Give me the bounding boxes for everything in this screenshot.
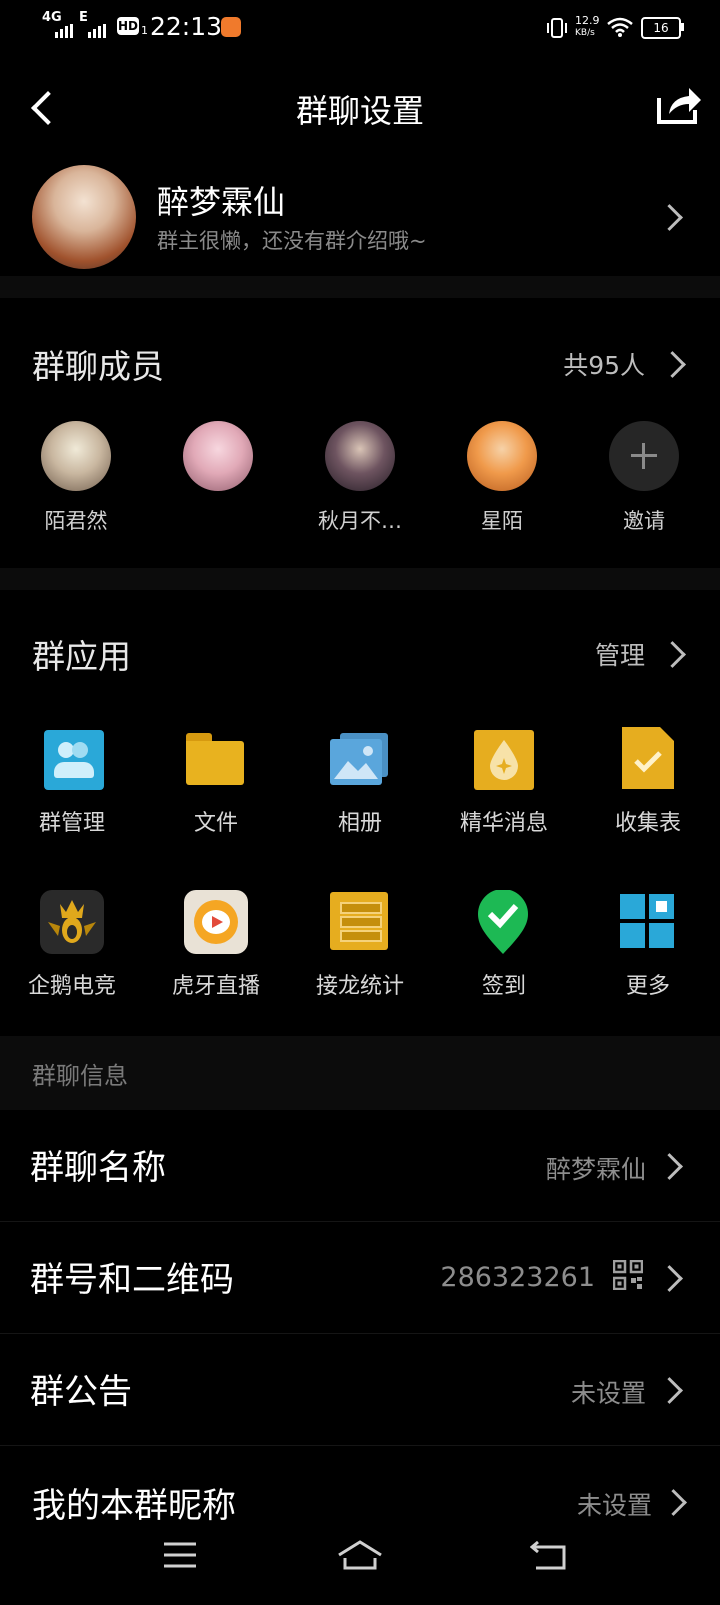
member-avatar[interactable] xyxy=(467,421,537,491)
row-title: 我的本群昵称 xyxy=(32,1486,236,1526)
invite-label: 邀请 xyxy=(623,509,665,533)
members-count: 共95人 xyxy=(563,351,645,380)
app-label: 相册 xyxy=(337,811,382,836)
app-label: 企鹅电竞 xyxy=(27,974,116,999)
app-solitaire[interactable]: 接龙统计 xyxy=(288,888,432,1003)
collect-form-icon xyxy=(622,727,674,789)
row-group-name[interactable]: 群聊名称 醉梦霖仙 xyxy=(0,1110,720,1221)
signal-icon xyxy=(55,24,73,38)
menu-icon[interactable] xyxy=(163,1541,197,1569)
essence-icon xyxy=(474,730,534,790)
app-collect-form[interactable]: 收集表 xyxy=(576,725,720,840)
network-e-label: E xyxy=(79,10,88,25)
app-penguin-esports[interactable]: 企鹅电竞 xyxy=(0,888,144,1003)
penguin-esports-icon xyxy=(40,890,104,954)
battery-tip xyxy=(681,23,684,31)
app-label: 精华消息 xyxy=(459,811,548,836)
app-label: 更多 xyxy=(625,974,670,999)
row-value: 未设置 xyxy=(576,1491,652,1520)
members-header[interactable]: 群聊成员 共95人 xyxy=(0,340,720,390)
member-name: 秋月不… xyxy=(318,509,402,533)
app-essence[interactable]: 精华消息 xyxy=(432,725,576,840)
folder-icon xyxy=(186,733,246,785)
signal-icon-2 xyxy=(88,24,106,38)
app-notification-icon xyxy=(221,17,241,37)
app-huya-live[interactable]: 虎牙直播 xyxy=(144,888,288,1003)
net-speed-value: 12.9 xyxy=(575,14,600,27)
row-title: 群号和二维码 xyxy=(30,1260,234,1300)
solitaire-icon xyxy=(330,892,388,950)
group-manage-icon xyxy=(44,730,104,790)
group-description: 群主很懒，还没有群介绍哦~ xyxy=(157,229,427,253)
apps-header[interactable]: 群应用 管理 xyxy=(0,630,720,680)
network-4g-label: 4G xyxy=(42,10,62,25)
invite-button[interactable] xyxy=(609,421,679,491)
app-label: 虎牙直播 xyxy=(171,974,260,999)
row-title: 群聊名称 xyxy=(30,1148,166,1188)
chevron-right-icon xyxy=(656,1377,683,1404)
row-my-nickname[interactable]: 我的本群昵称 未设置 xyxy=(0,1446,720,1536)
header: 群聊设置 xyxy=(0,56,720,160)
status-bar: 4G E HD 1 22:13 12.9 KB/s 16 xyxy=(0,0,720,56)
album-icon xyxy=(330,733,390,793)
row-announcement[interactable]: 群公告 未设置 xyxy=(0,1334,720,1445)
info-section-title: 群聊信息 xyxy=(32,1062,128,1090)
checkin-icon xyxy=(476,890,530,956)
apps-title: 群应用 xyxy=(32,637,131,676)
share-icon[interactable] xyxy=(655,84,703,126)
more-grid-icon xyxy=(620,894,676,950)
huya-live-icon xyxy=(184,890,248,954)
group-avatar xyxy=(32,165,136,269)
vibrate-icon xyxy=(547,18,567,38)
page-title: 群聊设置 xyxy=(295,92,424,130)
member-avatar[interactable] xyxy=(183,421,253,491)
row-group-id-qrcode[interactable]: 群号和二维码 286323261 xyxy=(0,1222,720,1333)
hd-sub-label: 1 xyxy=(141,24,148,37)
chevron-right-icon xyxy=(656,204,683,231)
member-name: 星陌 xyxy=(481,509,523,533)
app-label: 文件 xyxy=(193,811,238,836)
battery-icon: 16 xyxy=(641,17,681,39)
app-album[interactable]: 相册 xyxy=(288,725,432,840)
chevron-right-icon xyxy=(656,1265,683,1292)
back-nav-icon[interactable] xyxy=(530,1539,568,1571)
app-label: 接龙统计 xyxy=(315,974,404,999)
row-value: 未设置 xyxy=(570,1379,646,1408)
wifi-icon xyxy=(607,17,633,37)
row-value: 醉梦霖仙 xyxy=(545,1155,646,1184)
chevron-right-icon xyxy=(660,1489,687,1516)
hd-badge: HD xyxy=(117,17,139,35)
qr-code-icon[interactable] xyxy=(613,1260,643,1290)
apps-manage-link: 管理 xyxy=(594,641,645,670)
app-label: 签到 xyxy=(481,974,526,999)
section-gap xyxy=(0,276,720,298)
status-time: 22:13 xyxy=(150,12,223,41)
net-speed-unit: KB/s xyxy=(575,28,595,38)
app-label: 群管理 xyxy=(38,811,105,836)
system-nav-bar xyxy=(0,1525,720,1605)
app-group-manage[interactable]: 群管理 xyxy=(0,725,144,840)
home-icon[interactable] xyxy=(336,1539,384,1571)
chevron-right-icon xyxy=(659,351,686,378)
member-name: 陌君然 xyxy=(44,509,108,533)
chevron-right-icon xyxy=(659,641,686,668)
member-avatar[interactable] xyxy=(325,421,395,491)
group-name: 醉梦霖仙 xyxy=(157,183,286,221)
group-id-value: 286323261 xyxy=(440,1262,595,1293)
app-files[interactable]: 文件 xyxy=(144,725,288,840)
chevron-right-icon xyxy=(656,1153,683,1180)
section-gap xyxy=(0,568,720,590)
app-more[interactable]: 更多 xyxy=(576,888,720,1003)
group-profile-row[interactable]: 醉梦霖仙 群主很懒，还没有群介绍哦~ xyxy=(0,160,720,275)
app-checkin[interactable]: 签到 xyxy=(432,888,576,1003)
members-title: 群聊成员 xyxy=(32,347,164,386)
app-label: 收集表 xyxy=(614,811,681,836)
row-title: 群公告 xyxy=(30,1372,132,1412)
member-avatar[interactable] xyxy=(41,421,111,491)
info-section-header: 群聊信息 xyxy=(0,1036,720,1110)
